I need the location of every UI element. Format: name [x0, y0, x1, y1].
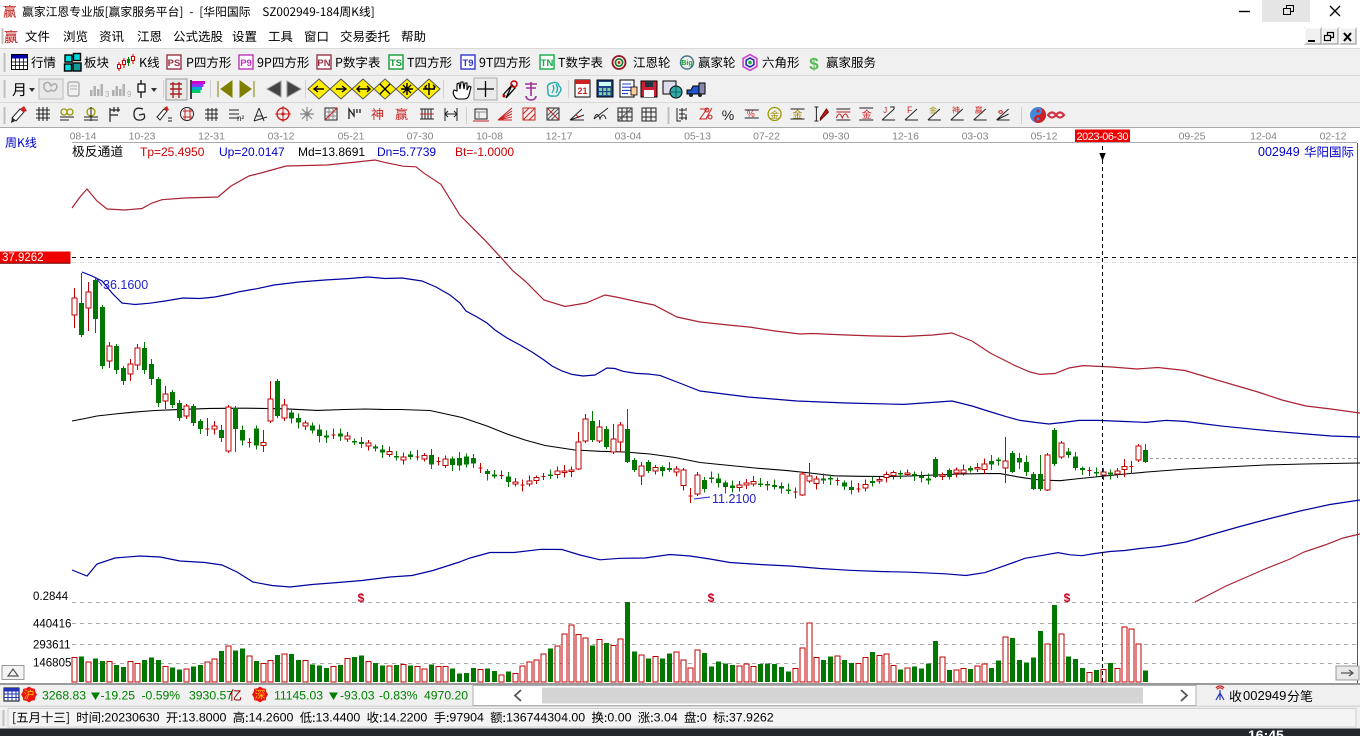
svg-text:13.4400: 13.4400 — [316, 711, 361, 725]
svg-text:3.04: 3.04 — [654, 711, 678, 725]
svg-text:136744304.00: 136744304.00 — [506, 711, 585, 725]
svg-text:3268.83: 3268.83 — [42, 689, 86, 703]
svg-text:10-23: 10-23 — [129, 131, 156, 143]
svg-text:13.8000: 13.8000 — [182, 711, 227, 725]
svg-text:14.2200: 14.2200 — [382, 711, 427, 725]
svg-text:2023-06-30: 2023-06-30 — [1077, 131, 1129, 143]
svg-text:Big: Big — [681, 60, 692, 67]
svg-text:21: 21 — [577, 86, 587, 96]
svg-text:002949: 002949 — [1258, 145, 1300, 159]
svg-text:Md=13.8691: Md=13.8691 — [298, 145, 365, 159]
svg-text:02-12: 02-12 — [1320, 131, 1347, 143]
svg-text:14.2600: 14.2600 — [249, 711, 294, 725]
svg-text:-0.59%: -0.59% — [142, 689, 181, 703]
svg-text:12-17: 12-17 — [546, 131, 573, 143]
svg-text:440416: 440416 — [33, 619, 71, 631]
svg-text:11145.03: 11145.03 — [274, 689, 323, 703]
svg-text:05-13: 05-13 — [684, 131, 711, 143]
svg-text:09-25: 09-25 — [1179, 131, 1206, 143]
svg-text:$: $ — [708, 591, 715, 605]
svg-text:03-03: 03-03 — [962, 131, 989, 143]
svg-text:10-08: 10-08 — [476, 131, 503, 143]
svg-text:P9: P9 — [240, 58, 252, 69]
svg-text:3930.57: 3930.57 — [189, 689, 233, 703]
svg-text:$: $ — [1064, 591, 1071, 605]
svg-text:-19.25: -19.25 — [101, 689, 136, 703]
svg-text:12-16: 12-16 — [892, 131, 919, 143]
svg-text:36.1600: 36.1600 — [103, 278, 148, 292]
svg-text:Bt=-1.0000: Bt=-1.0000 — [455, 145, 514, 159]
svg-text:002949: 002949 — [1243, 688, 1286, 703]
svg-text:05-12: 05-12 — [1031, 131, 1058, 143]
svg-text:20230630: 20230630 — [104, 711, 159, 725]
svg-text:11.2100: 11.2100 — [712, 492, 756, 506]
svg-text:PS: PS — [168, 58, 181, 69]
svg-text:9: 9 — [127, 90, 132, 99]
svg-text:12-04: 12-04 — [1250, 131, 1277, 143]
svg-text:05-21: 05-21 — [338, 131, 365, 143]
svg-text:PN: PN — [317, 58, 330, 69]
svg-text:293611: 293611 — [33, 640, 71, 652]
svg-text:T9: T9 — [462, 58, 473, 69]
svg-text:Dn=5.7739: Dn=5.7739 — [377, 145, 436, 159]
svg-text:03-04: 03-04 — [615, 131, 642, 143]
svg-text:07-22: 07-22 — [753, 131, 780, 143]
svg-text:%: % — [747, 109, 755, 119]
svg-text:08-14: 08-14 — [70, 131, 97, 143]
svg-text:Tp=25.4950: Tp=25.4950 — [140, 145, 205, 159]
svg-text:37.9262: 37.9262 — [2, 252, 44, 264]
svg-text:97904: 97904 — [449, 711, 484, 725]
svg-text:3: 3 — [105, 90, 110, 99]
svg-text:07-30: 07-30 — [407, 131, 434, 143]
svg-text:0.00: 0.00 — [607, 711, 631, 725]
svg-text:0: 0 — [700, 711, 707, 725]
svg-text:0.2844: 0.2844 — [33, 591, 69, 603]
svg-text:12-31: 12-31 — [198, 131, 225, 143]
svg-text:37.9262: 37.9262 — [729, 711, 774, 725]
svg-text:n²: n² — [237, 114, 244, 123]
svg-text:F: F — [907, 105, 913, 115]
svg-text:03-12: 03-12 — [268, 131, 295, 143]
svg-text:16:45: 16:45 — [1248, 727, 1284, 736]
svg-text:%: % — [722, 107, 734, 123]
svg-text:-93.03: -93.03 — [340, 689, 375, 703]
svg-text:Up=20.0147: Up=20.0147 — [219, 145, 285, 159]
svg-text:09-30: 09-30 — [823, 131, 850, 143]
svg-text:$: $ — [809, 55, 819, 74]
svg-text:146805: 146805 — [33, 658, 71, 670]
svg-text:J: J — [883, 106, 887, 115]
svg-text:$: $ — [358, 591, 365, 605]
svg-text:TN: TN — [541, 58, 554, 69]
svg-text:TS: TS — [390, 58, 402, 69]
svg-text:-0.83%: -0.83% — [379, 689, 418, 703]
svg-text:4970.20: 4970.20 — [424, 689, 468, 703]
